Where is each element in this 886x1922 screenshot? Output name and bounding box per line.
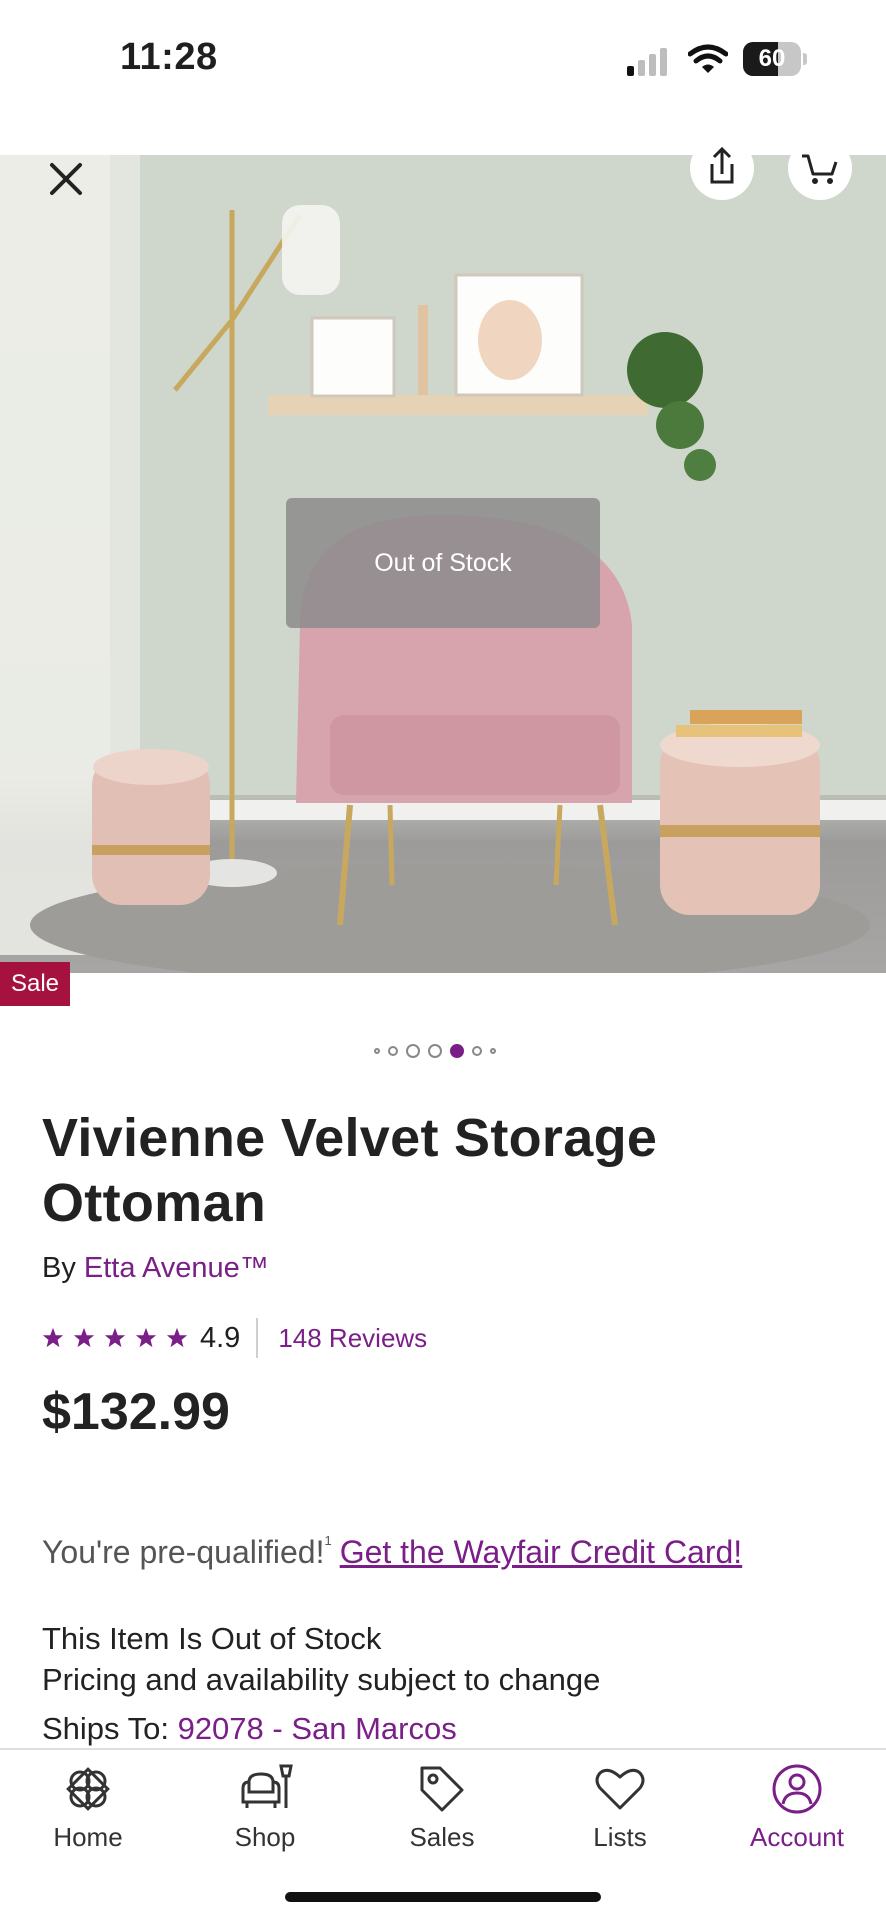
- ships-to: Ships To: 92078 - San Marcos: [42, 1711, 457, 1747]
- tab-account-label: Account: [750, 1822, 844, 1852]
- tab-home-label: Home: [53, 1822, 123, 1852]
- image-dot[interactable]: [428, 1044, 442, 1058]
- rating-row: 4.9 148 Reviews: [42, 1318, 427, 1358]
- tab-shop-label: Shop: [234, 1822, 296, 1852]
- tab-sales[interactable]: Sales: [372, 1762, 512, 1853]
- out-of-stock-overlay: Out of Stock: [286, 498, 600, 628]
- product-price: $132.99: [42, 1383, 230, 1441]
- home-indicator: [285, 1892, 601, 1902]
- heart-icon: [595, 1768, 645, 1810]
- rating-divider: [256, 1318, 259, 1358]
- star-icon: [166, 1327, 188, 1348]
- credit-prequal: You're pre-qualified!1 Get the Wayfair Cr…: [42, 1533, 742, 1571]
- image-dot[interactable]: [472, 1046, 482, 1056]
- ships-to-label: Ships To:: [42, 1711, 169, 1746]
- battery-indicator: 60: [743, 42, 807, 76]
- by-label: By: [42, 1252, 76, 1284]
- wifi-icon: [688, 44, 728, 73]
- cart-icon: [802, 154, 838, 184]
- star-icon: [135, 1327, 157, 1348]
- footnote-marker: 1: [324, 1533, 332, 1548]
- shop-icon: [241, 1764, 293, 1808]
- tab-lists[interactable]: Lists: [550, 1762, 690, 1853]
- pricing-note: Pricing and availability subject to chan…: [42, 1662, 601, 1697]
- image-pagination-dots[interactable]: [374, 1043, 496, 1059]
- prequal-text: You're pre-qualified!: [42, 1534, 325, 1570]
- share-icon: [710, 146, 734, 184]
- share-button[interactable]: [690, 136, 754, 200]
- tab-shop[interactable]: Shop: [195, 1762, 335, 1853]
- image-dot[interactable]: [406, 1044, 420, 1058]
- stock-status: This Item Is Out of Stock: [42, 1621, 382, 1656]
- image-dot-active[interactable]: [450, 1044, 464, 1058]
- account-icon: [772, 1764, 822, 1814]
- sale-badge: Sale: [0, 962, 70, 1006]
- battery-percent: 60: [758, 45, 786, 72]
- tab-sales-label: Sales: [409, 1822, 475, 1852]
- tab-lists-label: Lists: [593, 1822, 647, 1852]
- star-icon: [73, 1327, 95, 1348]
- rating-value: 4.9: [200, 1321, 241, 1354]
- product-title: Vivienne Velvet Storage Ottoman: [42, 1108, 658, 1233]
- brand-line: By Etta Avenue™: [42, 1252, 269, 1285]
- tab-home[interactable]: Home: [18, 1762, 158, 1853]
- star-icon: [104, 1327, 126, 1348]
- status-time: 11:28: [120, 36, 218, 78]
- credit-card-link[interactable]: Get the Wayfair Credit Card!: [340, 1534, 743, 1570]
- brand-link[interactable]: Etta Avenue™: [84, 1252, 269, 1284]
- image-dot[interactable]: [388, 1046, 398, 1056]
- home-icon: [66, 1767, 110, 1811]
- tab-account[interactable]: Account: [727, 1762, 867, 1853]
- cart-button[interactable]: [788, 136, 852, 200]
- status-bar: 11:28 60: [0, 0, 886, 120]
- reviews-link[interactable]: 148 Reviews: [278, 1323, 427, 1354]
- cellular-signal-icon: [627, 48, 667, 76]
- close-icon[interactable]: [40, 153, 92, 205]
- ships-to-location-link[interactable]: 92078 - San Marcos: [178, 1711, 457, 1746]
- image-dot[interactable]: [490, 1048, 496, 1054]
- star-rating: [42, 1327, 188, 1349]
- sales-tag-icon: [420, 1766, 464, 1812]
- image-dot[interactable]: [374, 1048, 380, 1054]
- star-icon: [42, 1327, 64, 1348]
